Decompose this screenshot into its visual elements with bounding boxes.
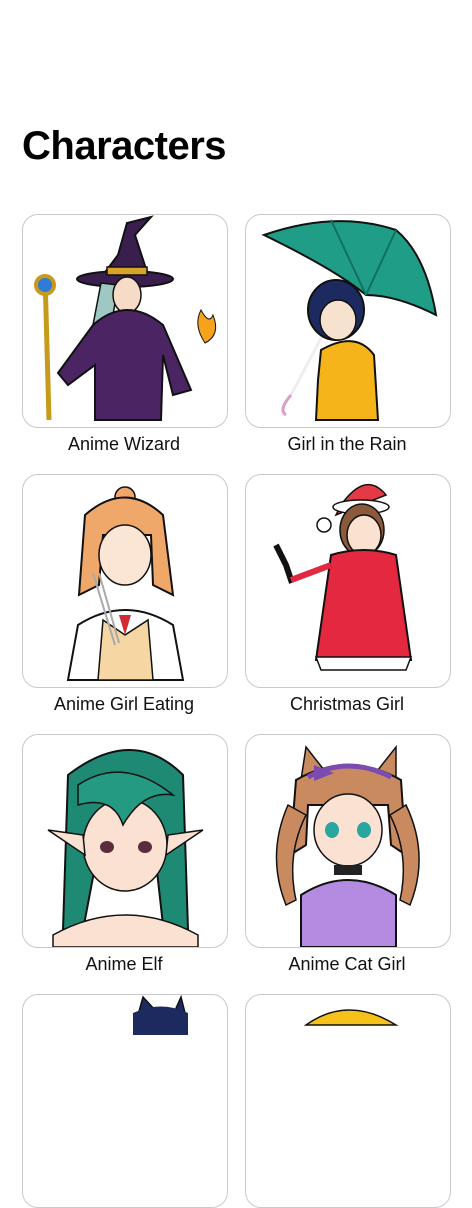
character-card[interactable]: [245, 994, 451, 1208]
eating-girl-illustration: [66, 486, 185, 681]
character-label: Christmas Girl: [289, 694, 404, 714]
elf-illustration: [47, 749, 204, 947]
character-card-anime-wizard[interactable]: [22, 214, 228, 428]
character-card-christmas-girl[interactable]: [245, 474, 451, 688]
page-title: Characters: [22, 124, 227, 168]
character-card-anime-girl-eating[interactable]: [22, 474, 228, 688]
character-label: Girl in the Rain: [287, 434, 407, 454]
yellow-hat-character-illustration: [303, 1009, 399, 1026]
character-label: Anime Cat Girl: [288, 954, 406, 974]
character-label: Anime Girl Eating: [53, 694, 195, 714]
character-label: Anime Elf: [85, 954, 163, 974]
character-card-anime-cat-girl[interactable]: [245, 734, 451, 948]
cat-girl-illustration: [275, 744, 420, 947]
character-label: Anime Wizard: [67, 434, 181, 454]
character-card-anime-elf[interactable]: [22, 734, 228, 948]
umbrella-girl-illustration: [261, 219, 438, 421]
wizard-illustration: [34, 215, 217, 421]
character-card[interactable]: [22, 994, 228, 1208]
character-card-girl-in-the-rain[interactable]: [245, 214, 451, 428]
cat-character-illustration: [133, 995, 188, 1035]
christmas-girl-illustration: [273, 483, 413, 671]
